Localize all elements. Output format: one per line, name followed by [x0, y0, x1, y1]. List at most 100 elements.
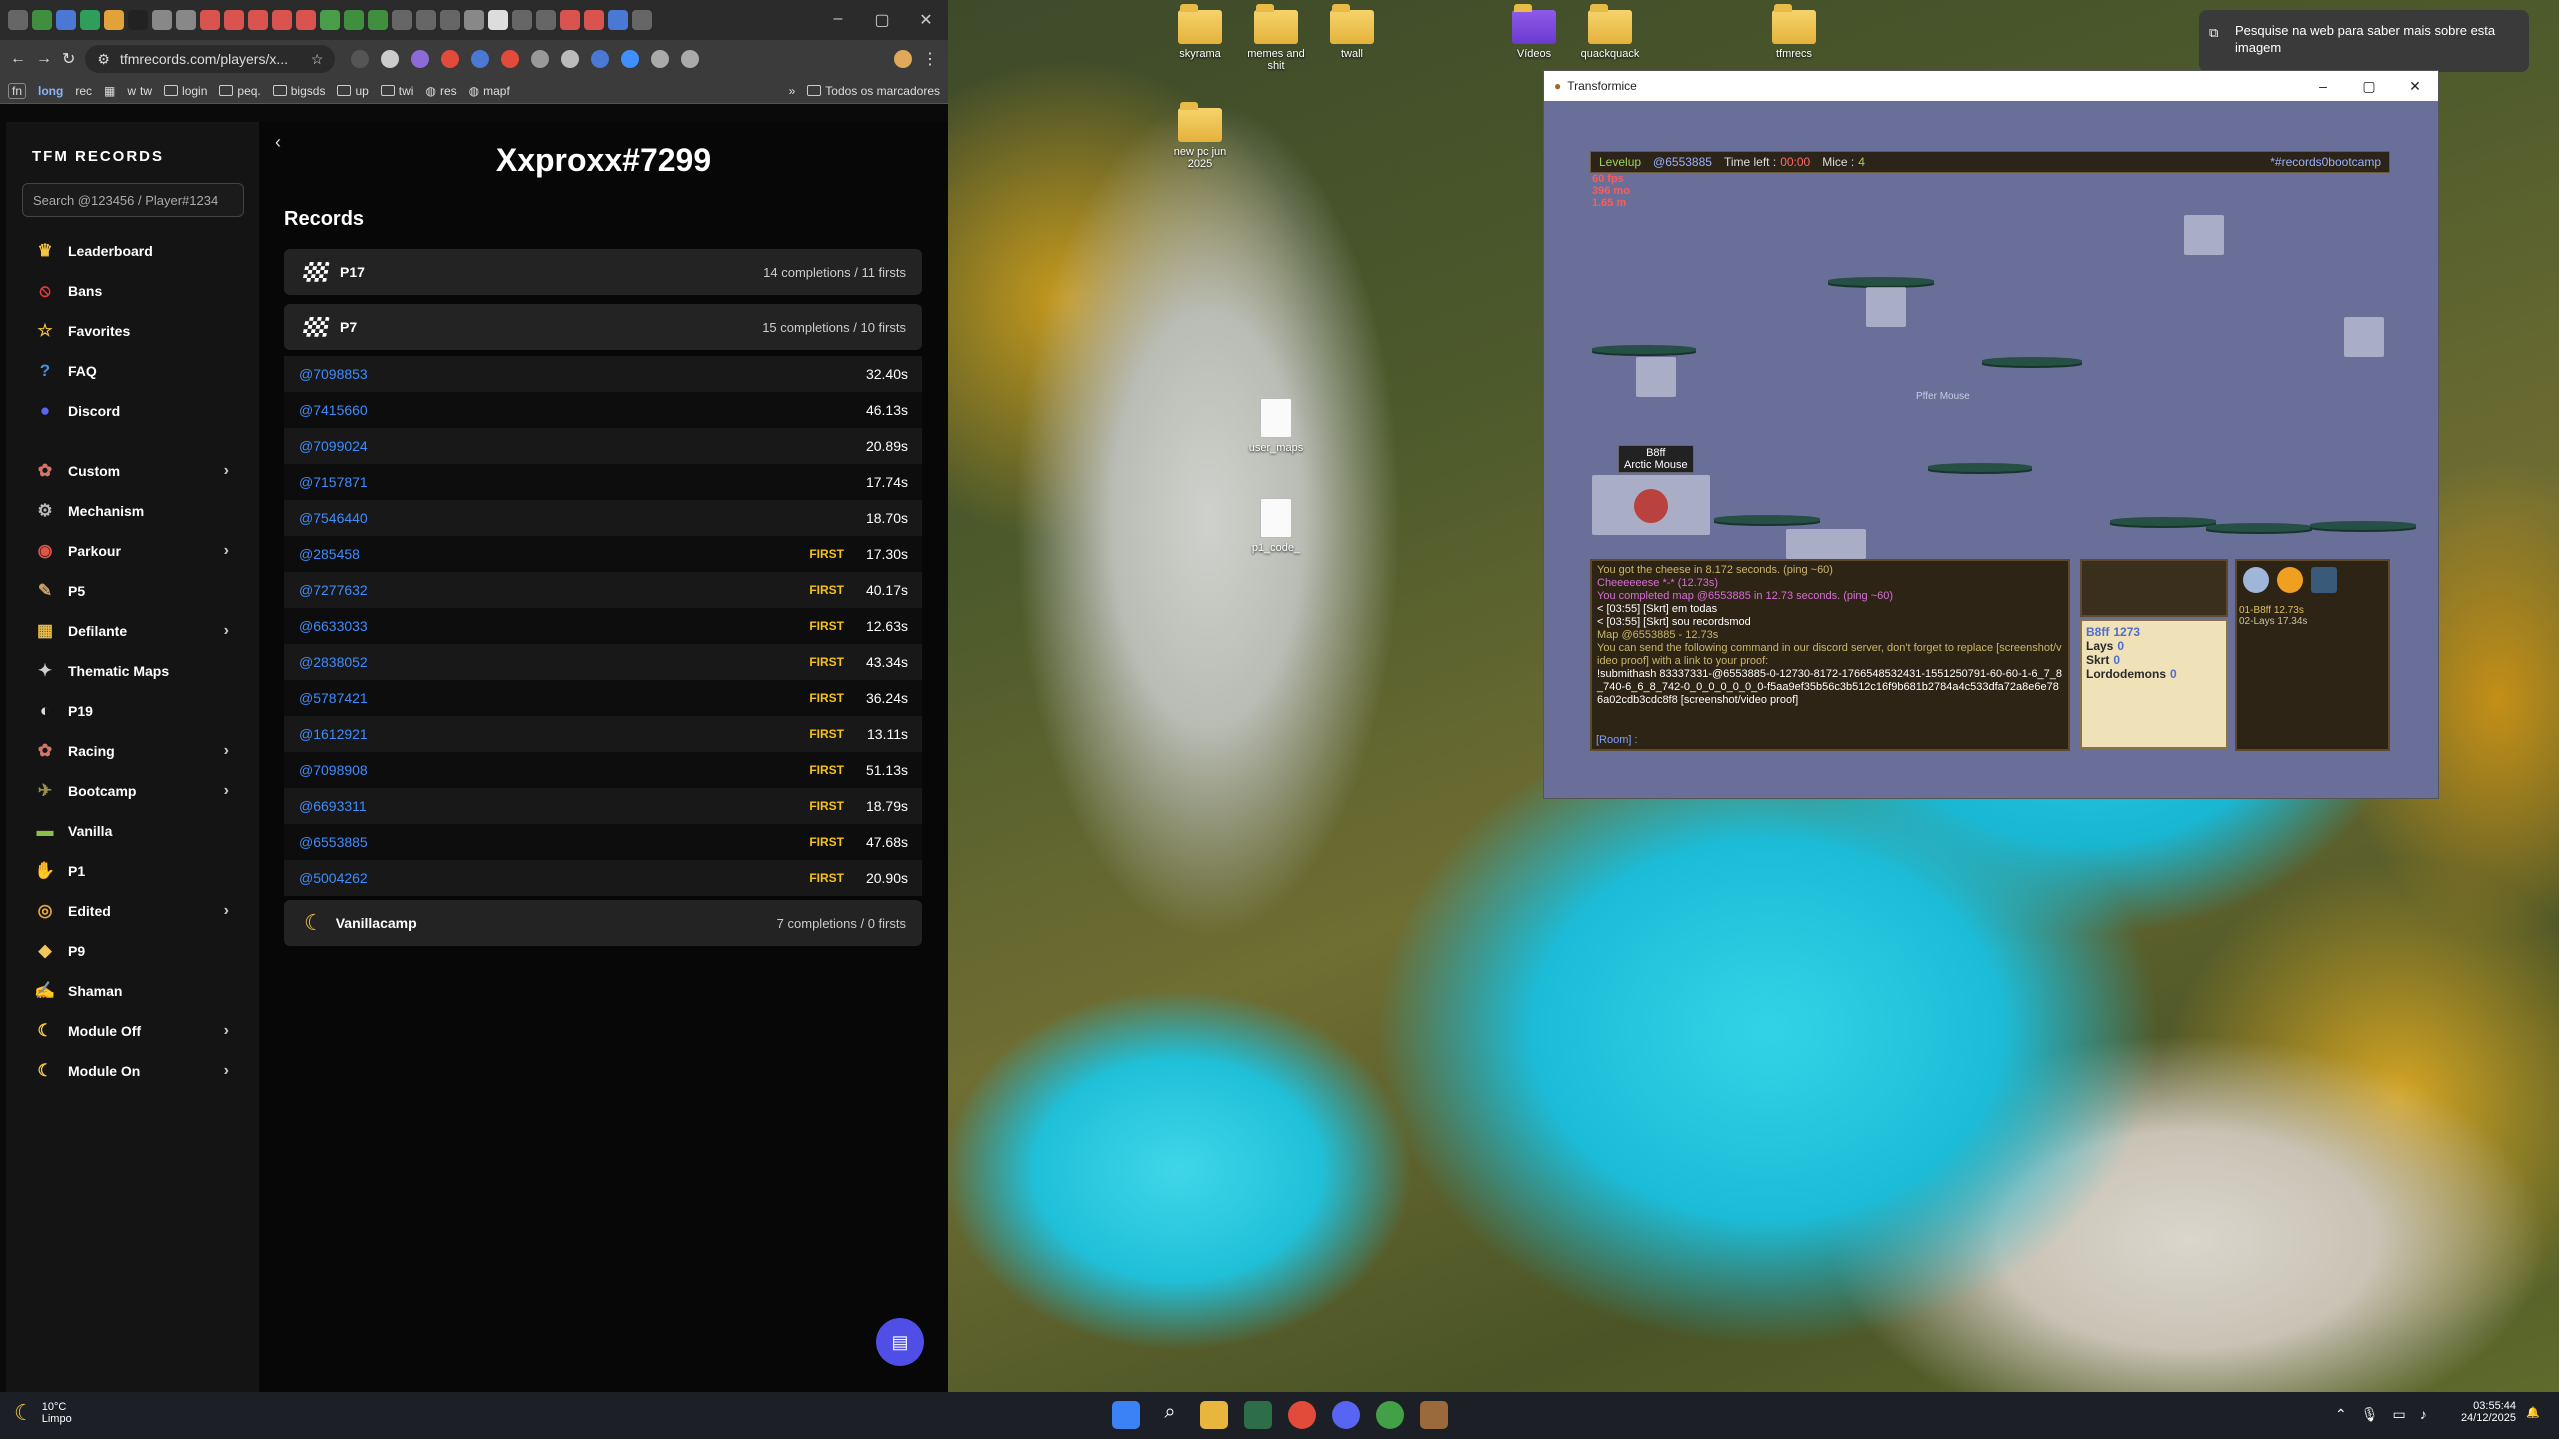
- nav-item-racing[interactable]: ✿ Racing ›: [6, 731, 259, 771]
- site-info-icon[interactable]: ⚙: [97, 51, 110, 68]
- chevron-up-icon[interactable]: ⌃: [2335, 1406, 2347, 1423]
- bookmark-star-icon[interactable]: ☆: [311, 51, 324, 68]
- record-row[interactable]: @1612921 FIRST 13.11s: [284, 716, 922, 752]
- record-row[interactable]: @7098853 32.40s: [284, 356, 922, 392]
- map-link[interactable]: @7277632: [299, 582, 368, 598]
- desktop-icon-quackquack[interactable]: quackquack: [1572, 4, 1648, 60]
- map-link[interactable]: @6633033: [299, 618, 368, 634]
- discord-icon[interactable]: [1332, 1401, 1360, 1429]
- tab-favicon[interactable]: [464, 10, 484, 30]
- nav-item-discord[interactable]: ● Discord: [6, 391, 259, 431]
- nav-item-module-on[interactable]: ☾ Module On ›: [6, 1051, 259, 1091]
- record-row[interactable]: @7098908 FIRST 51.13s: [284, 752, 922, 788]
- tab-favicon[interactable]: [608, 10, 628, 30]
- tab-favicon[interactable]: [416, 10, 436, 30]
- extension-icon[interactable]: [411, 50, 430, 68]
- desktop-icon-usermaps[interactable]: user_maps: [1238, 398, 1314, 454]
- record-row[interactable]: @5004262 FIRST 20.90s: [284, 860, 922, 896]
- all-bookmarks[interactable]: Todos os marcadores: [807, 84, 940, 98]
- tab-favicon[interactable]: [512, 10, 532, 30]
- url-bar[interactable]: ⚙ tfmrecords.com/players/x... ☆: [85, 45, 336, 73]
- map-link[interactable]: @6693311: [299, 798, 367, 814]
- record-row[interactable]: @285458 FIRST 17.30s: [284, 536, 922, 572]
- transformice-icon[interactable]: [1420, 1401, 1448, 1429]
- tab-favicon[interactable]: [392, 10, 412, 30]
- minimize-button[interactable]: –: [816, 10, 860, 30]
- system-tray[interactable]: ⌃ 🎙 ▭ ♪: [2335, 1406, 2427, 1423]
- record-row[interactable]: @7157871 17.74s: [284, 464, 922, 500]
- category-vanillacamp[interactable]: ☾ Vanillacamp 7 completions / 0 firsts: [284, 900, 922, 946]
- tab-favicon[interactable]: [632, 10, 652, 30]
- map-link[interactable]: @6553885: [299, 834, 368, 850]
- network-icon[interactable]: ▭: [2393, 1406, 2406, 1423]
- map-link[interactable]: @7157871: [299, 474, 368, 490]
- reload-icon[interactable]: ↻: [62, 49, 75, 69]
- nav-item-p1[interactable]: ✋ P1: [6, 851, 259, 891]
- chrome-icon[interactable]: [1288, 1401, 1316, 1429]
- record-row[interactable]: @7099024 20.89s: [284, 428, 922, 464]
- bookmark-bigsds[interactable]: bigsds: [272, 84, 325, 98]
- record-row[interactable]: @7415660 46.13s: [284, 392, 922, 428]
- player-search-input[interactable]: [22, 183, 244, 217]
- start-icon[interactable]: [1112, 1401, 1140, 1429]
- category-p17[interactable]: P17 14 completions / 11 firsts: [284, 249, 922, 295]
- bookmark-up[interactable]: up: [337, 84, 369, 98]
- search-icon[interactable]: ⌕: [1156, 1401, 1184, 1429]
- desktop-icon-skyrama[interactable]: skyrama: [1162, 4, 1238, 60]
- floating-action-button[interactable]: ▤: [876, 1318, 924, 1366]
- tab-favicon[interactable]: [320, 10, 340, 30]
- maximize-button[interactable]: ▢: [860, 10, 904, 30]
- tab-favicon[interactable]: [152, 10, 172, 30]
- extension-icon[interactable]: [351, 50, 370, 68]
- record-row[interactable]: @6633033 FIRST 12.63s: [284, 608, 922, 644]
- weather-widget[interactable]: ☾ 10°C Limpo: [14, 1400, 72, 1426]
- map-link[interactable]: @7546440: [299, 510, 368, 526]
- menu-icon[interactable]: ⋮: [922, 49, 938, 69]
- nav-item-p5[interactable]: ✎ P5: [6, 571, 259, 611]
- tab-favicon[interactable]: [344, 10, 364, 30]
- desktop-icon-p1code[interactable]: p1_code_: [1238, 498, 1314, 554]
- map-link[interactable]: @1612921: [299, 726, 368, 742]
- desktop-icon-memes[interactable]: memes and shit: [1238, 4, 1314, 72]
- extension-icon[interactable]: [471, 50, 490, 68]
- chrome-profile-icon[interactable]: [1376, 1401, 1404, 1429]
- bookmark-grid[interactable]: ▦: [104, 84, 115, 98]
- tab-favicon[interactable]: [296, 10, 316, 30]
- nav-item-defilante[interactable]: ▦ Defilante ›: [6, 611, 259, 651]
- desktop-icon-videos[interactable]: Vídeos: [1496, 4, 1572, 60]
- desktop-icon-tfmrecs[interactable]: tfmrecs: [1756, 4, 1832, 60]
- game-close-button[interactable]: ✕: [2392, 78, 2438, 95]
- visual-search-toast[interactable]: ⧉ Pesquise na web para saber mais sobre …: [2199, 10, 2529, 72]
- tab-favicon[interactable]: [368, 10, 388, 30]
- extension-icon[interactable]: [621, 50, 640, 68]
- bookmark-long[interactable]: long: [38, 84, 63, 98]
- bookmark-res[interactable]: ◍ res: [425, 84, 456, 98]
- tab-favicon[interactable]: [440, 10, 460, 30]
- volume-icon[interactable]: ♪: [2420, 1406, 2427, 1423]
- extension-icon[interactable]: [501, 50, 520, 68]
- nav-item-thematic-maps[interactable]: ✦ Thematic Maps: [6, 651, 259, 691]
- nav-item-shaman[interactable]: ✍ Shaman: [6, 971, 259, 1011]
- tab-favicon[interactable]: [176, 10, 196, 30]
- game-maximize-button[interactable]: ▢: [2346, 78, 2392, 95]
- nav-item-custom[interactable]: ✿ Custom ›: [6, 451, 259, 491]
- app-icon[interactable]: [1244, 1401, 1272, 1429]
- record-row[interactable]: @5787421 FIRST 36.24s: [284, 680, 922, 716]
- record-row[interactable]: @7277632 FIRST 40.17s: [284, 572, 922, 608]
- game-stage[interactable]: Levelup @6553885 Time left : 00:00 Mice …: [1590, 151, 2416, 751]
- map-link[interactable]: @2838052: [299, 654, 368, 670]
- bookmark-tw[interactable]: w tw: [127, 84, 152, 98]
- magnifier-icon[interactable]: [2243, 567, 2269, 593]
- record-row[interactable]: @6693311 FIRST 18.79s: [284, 788, 922, 824]
- nav-item-bootcamp[interactable]: ✈ Bootcamp ›: [6, 771, 259, 811]
- profile-avatar[interactable]: [894, 50, 912, 68]
- nav-item-mechanism[interactable]: ⚙ Mechanism: [6, 491, 259, 531]
- record-row[interactable]: @6553885 FIRST 47.68s: [284, 824, 922, 860]
- map-icon[interactable]: [2311, 567, 2337, 593]
- nav-item-module-off[interactable]: ☾ Module Off ›: [6, 1011, 259, 1051]
- bookmark-rec[interactable]: rec: [75, 84, 92, 98]
- chat-box[interactable]: You got the cheese in 8.172 seconds. (pi…: [1590, 559, 2070, 751]
- clock[interactable]: 03:55:44 24/12/2025: [2454, 1400, 2516, 1424]
- tab-favicon[interactable]: [104, 10, 124, 30]
- nav-item-p9[interactable]: ◆ P9: [6, 931, 259, 971]
